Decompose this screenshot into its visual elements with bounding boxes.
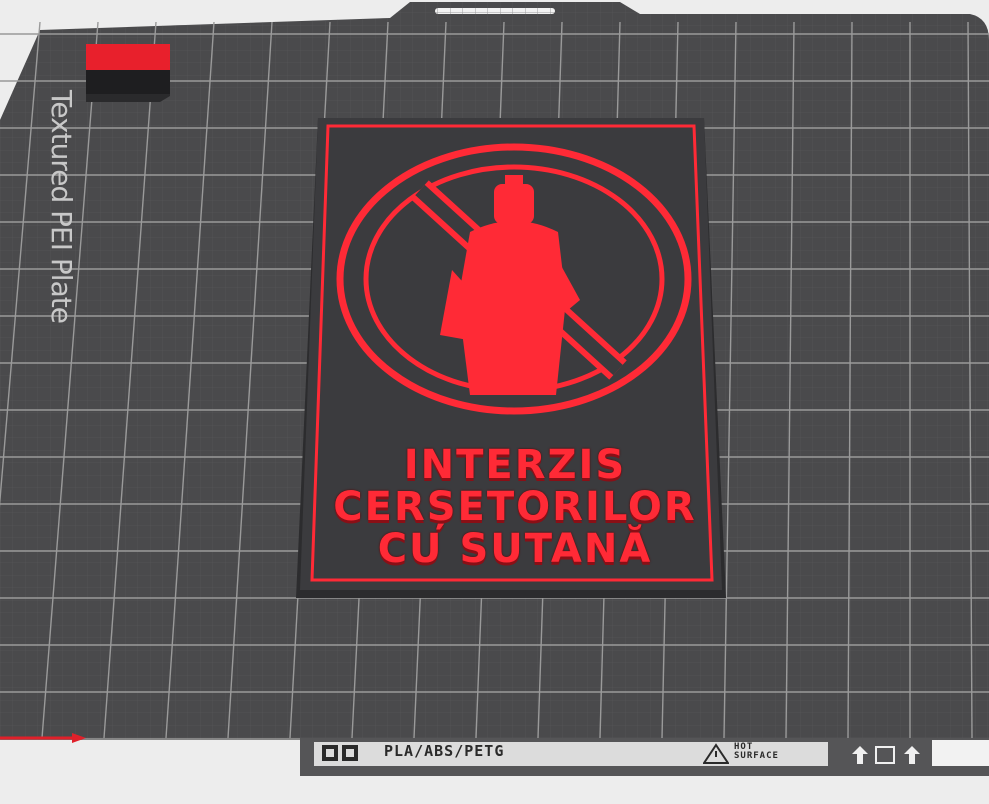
plate-logo	[86, 44, 170, 102]
warning-triangle-icon	[703, 743, 729, 764]
sign-line-2: CERȘETORILOR	[333, 484, 697, 530]
square-icon	[875, 746, 895, 764]
sign-line-3: CU SUTANĂ	[377, 526, 653, 572]
filament-profile-icon	[322, 745, 358, 761]
arrow-up-icon	[852, 746, 868, 764]
arrow-up-icon	[904, 746, 920, 764]
hot-surface-label: HOT SURFACE	[734, 742, 779, 761]
3d-viewport[interactable]: Textured PEI Plate INTERZIS CERȘETORILOR…	[0, 0, 989, 804]
sign-line-1: INTERZIS	[403, 442, 627, 488]
plate-name-label: Textured PEI Plate	[45, 90, 78, 323]
material-label: PLA/ABS/PETG	[384, 742, 505, 760]
